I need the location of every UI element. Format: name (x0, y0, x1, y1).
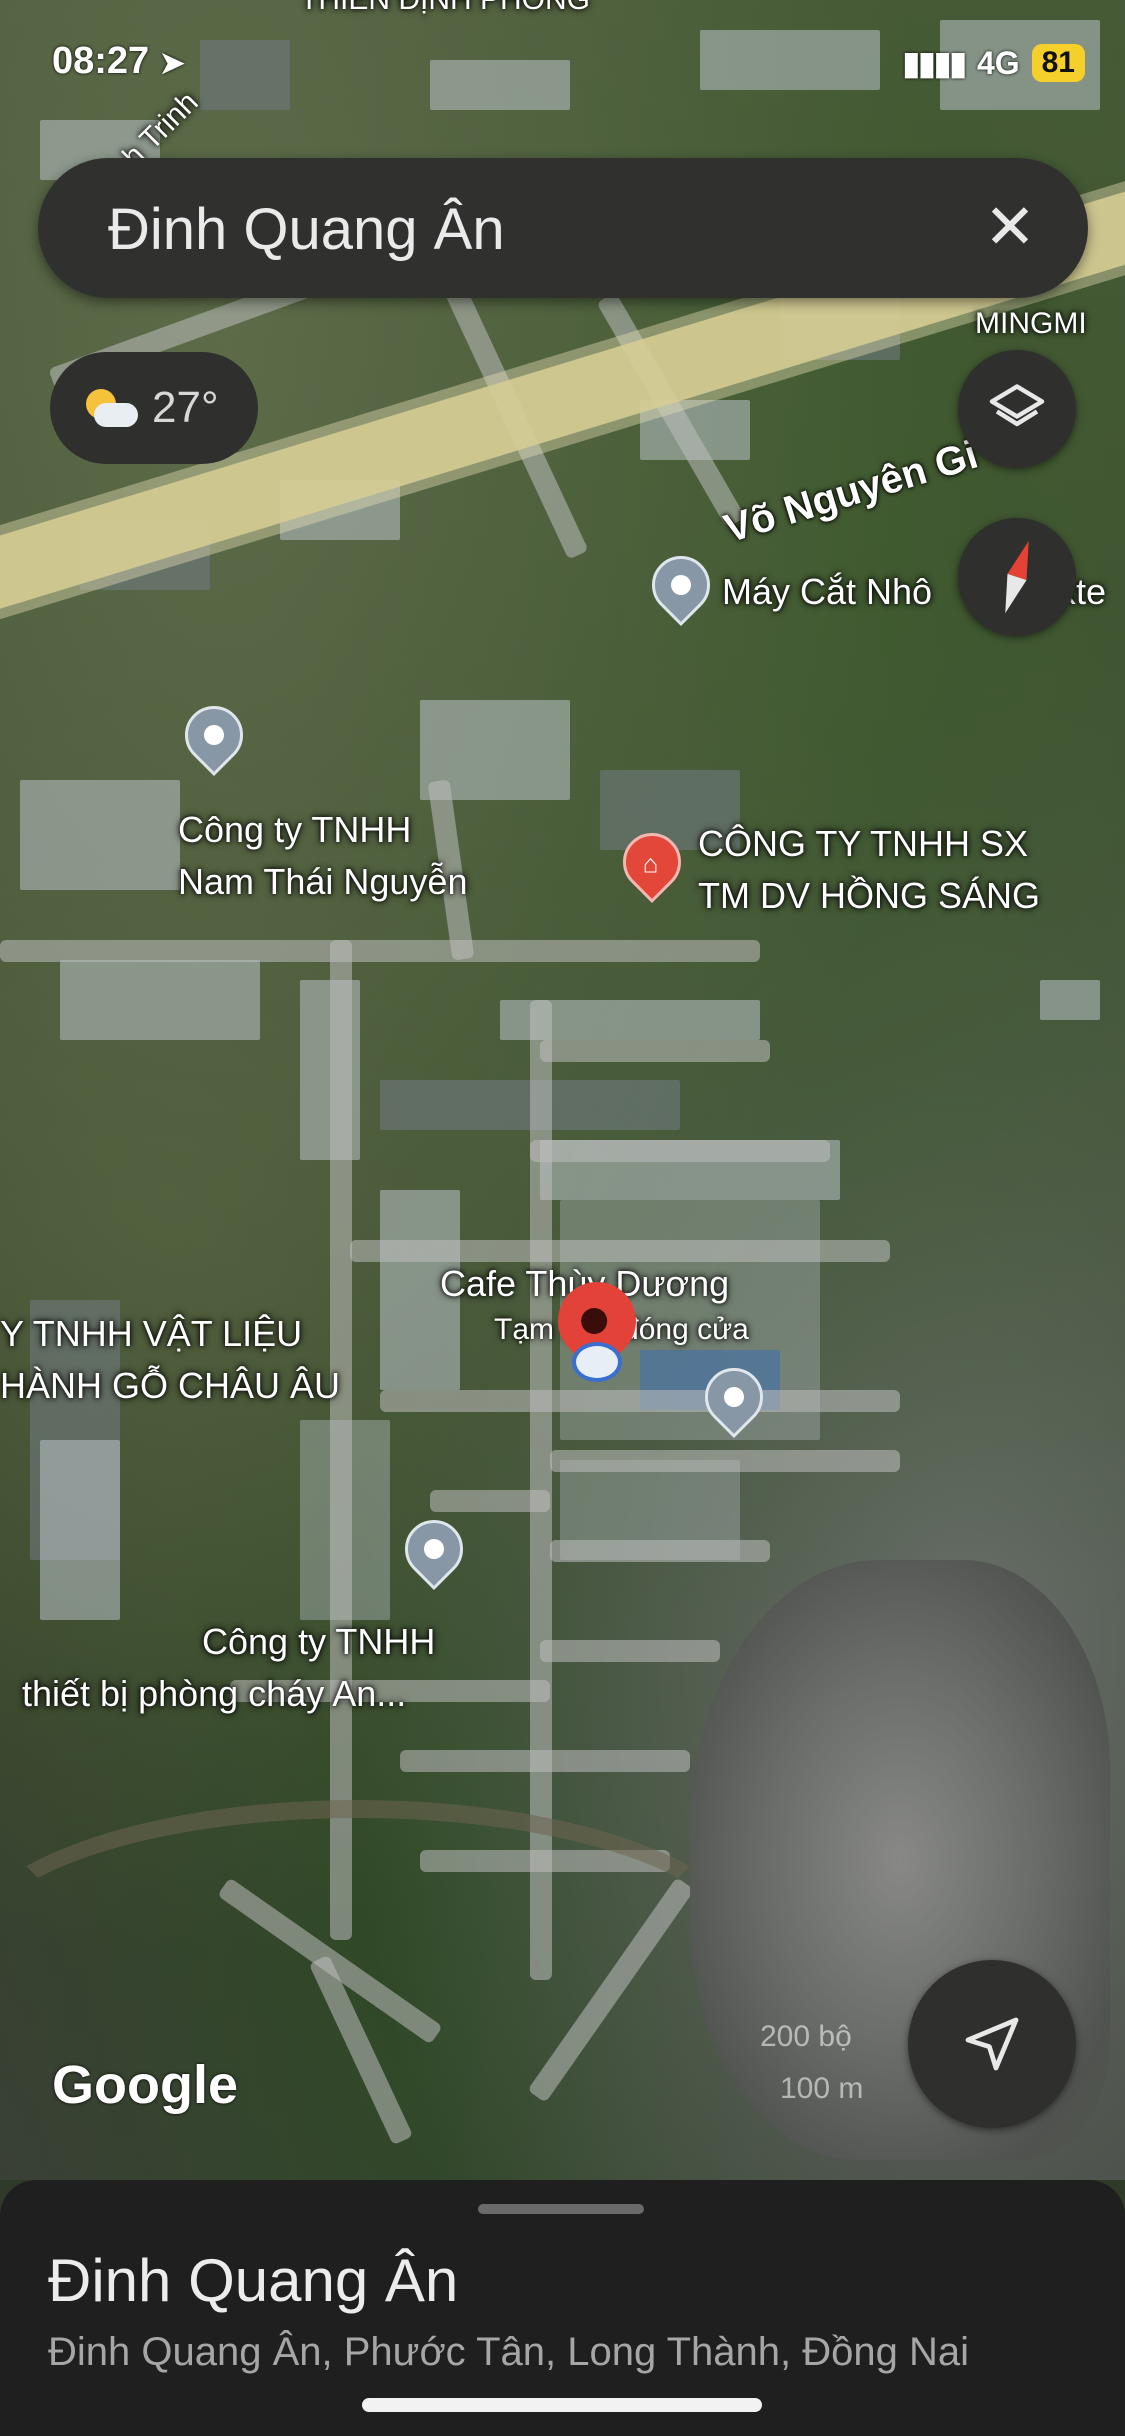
poi-label-hong-sang-2[interactable]: TM DV HỒNG SÁNG (698, 874, 1040, 917)
poi-pin-may-cat[interactable] (639, 543, 723, 627)
navigation-arrow-icon (965, 2017, 1019, 2071)
poi-label-pccc-1[interactable]: Công ty TNHH (202, 1620, 435, 1663)
weather-temperature: 27° (152, 383, 219, 432)
search-query[interactable]: Đinh Quang Ân (108, 196, 505, 263)
poi-label-vat-lieu-2[interactable]: HÀNH GỖ CHÂU ÂU (0, 1364, 340, 1407)
sheet-drag-handle[interactable] (478, 2204, 644, 2214)
place-address: Đinh Quang Ân, Phước Tân, Long Thành, Đồ… (48, 2330, 969, 2374)
location-arrow-icon: ➤ (159, 47, 185, 80)
home-indicator[interactable] (362, 2398, 762, 2412)
shop-icon: ⌂ (642, 848, 659, 879)
close-icon[interactable]: ✕ (972, 190, 1048, 266)
layers-button[interactable] (958, 350, 1076, 468)
place-title: Đinh Quang Ân (48, 2247, 459, 2314)
weather-chip[interactable]: 27° (50, 352, 258, 464)
search-bar[interactable]: Đinh Quang Ân ✕ (38, 158, 1088, 298)
status-bar: 08:27 ➤ ▮▮▮▮ 4G 81 (0, 40, 1125, 100)
road-label-vo-nguyen-giap: Võ Nguyên Gi (719, 432, 983, 552)
status-time: 08:27 ➤ (52, 40, 185, 82)
poi-label-pccc-2[interactable]: thiết bị phòng cháy An... (22, 1672, 406, 1715)
google-logo: Google (52, 2055, 238, 2115)
my-location-button[interactable] (908, 1960, 1076, 2128)
map-label-right: MINGMI (975, 307, 1087, 340)
map-label-top: THIÊN ĐỊNH PHONG (300, 0, 590, 18)
layers-icon (989, 384, 1045, 427)
partly-cloudy-icon (80, 385, 140, 431)
poi-label-vat-lieu-1[interactable]: Y TNHH VẬT LIỆU (0, 1312, 302, 1355)
poi-pin-nam-thai[interactable] (172, 693, 256, 777)
current-location-dot (572, 1342, 622, 1382)
map-scale: 200 bộ 100 m (760, 2020, 864, 2105)
network-type: 4G (976, 44, 1020, 81)
signal-icon: ▮▮▮▮ (902, 45, 967, 81)
poi-label-hong-sang-1[interactable]: CÔNG TY TNHH SX (698, 822, 1028, 865)
poi-label-may-cat[interactable]: Máy Cắt Nhô (722, 570, 932, 613)
poi-label-nam-thai-2[interactable]: Nam Thái Nguyễn (178, 860, 467, 903)
satellite-map[interactable]: THIÊN ĐỊNH PHONG AY MINGMI h Trinh Võ Ng… (0, 0, 1125, 2180)
battery-indicator: 81 (1031, 44, 1085, 82)
poi-label-nam-thai-1[interactable]: Công ty TNHH (178, 808, 411, 851)
compass-icon (995, 537, 1039, 617)
poi-pin-pccc[interactable] (392, 1507, 476, 1591)
